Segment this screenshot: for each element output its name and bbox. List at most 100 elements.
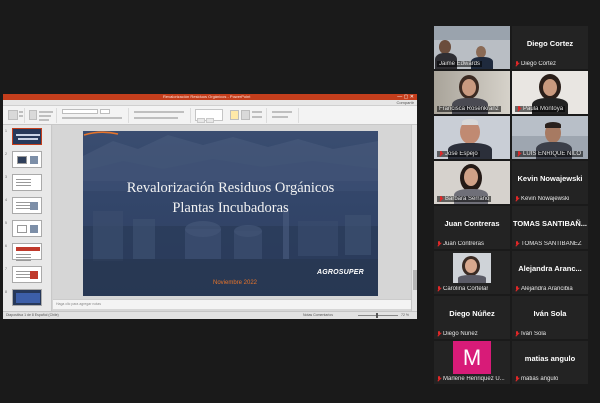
- muted-mic-icon: [439, 196, 443, 202]
- shapes-icon[interactable]: [230, 110, 239, 120]
- thumb-number: 4: [5, 198, 7, 202]
- thumb-number: 3: [5, 175, 7, 179]
- participant-display-name: Juan Contreras: [444, 219, 500, 228]
- participant-display-name: Diego Núñez: [449, 309, 495, 318]
- muted-mic-icon: [515, 241, 519, 247]
- participant-label: LUIS ENRIQUE NILO: [515, 151, 584, 157]
- ribbon-slides: [27, 108, 57, 123]
- paste-icon[interactable]: [8, 110, 18, 120]
- thumb-number: 6: [5, 244, 7, 248]
- participant-label: TOMAS SANTIBAÑEZ: [515, 241, 582, 247]
- participant-tile-alejandra[interactable]: Alejandra Aranc... Alejandra Arancibia: [512, 251, 588, 294]
- muted-mic-icon: [437, 286, 441, 292]
- participant-display-name: Iván Sola: [533, 309, 567, 318]
- muted-mic-icon: [437, 376, 441, 382]
- muted-mic-icon: [515, 196, 519, 202]
- status-notes-comments[interactable]: Notas Comentarios: [303, 313, 333, 317]
- notes-placeholder: Haga clic para agregar notas: [56, 302, 101, 306]
- zoom-slider-knob[interactable]: [376, 313, 378, 318]
- muted-mic-icon: [517, 151, 521, 157]
- participant-tile-jose[interactable]: José Espejo: [434, 116, 510, 159]
- participant-tile-barbara[interactable]: Barbara Serrano: [434, 161, 510, 204]
- participant-label: Kevin Nowajewski: [515, 196, 569, 202]
- slide-title-line-2: Plantas Incubadoras: [172, 200, 289, 216]
- muted-mic-icon: [439, 151, 443, 157]
- slide-thumbnail-4[interactable]: [12, 197, 42, 214]
- participant-label: Iván Sola: [515, 331, 546, 337]
- slide-title-line-1: Revalorización Residuos Orgánicos: [126, 180, 335, 196]
- font-size-select[interactable]: [100, 109, 110, 114]
- slide-date: Noviembre 2022: [212, 280, 258, 286]
- slide-thumbnail-7[interactable]: [12, 266, 42, 283]
- zoom-level[interactable]: 72 %: [401, 313, 409, 317]
- participant-label: Marlene Henriquez U...: [437, 376, 505, 382]
- thumb-number: 7: [5, 267, 7, 271]
- participant-tile-matias[interactable]: matias angulo matias angulo: [512, 341, 588, 384]
- ribbon-editing: [269, 108, 299, 123]
- participant-tile-juan[interactable]: Juan Contreras Juan Contreras: [434, 206, 510, 249]
- participant-tile-paula[interactable]: Paula Montoya: [512, 71, 588, 114]
- thumb-number: 5: [5, 221, 7, 225]
- participant-tile-luis[interactable]: LUIS ENRIQUE NILO: [512, 116, 588, 159]
- participant-tile-diego-cortez[interactable]: Diego Cortez Diego Cortez: [512, 26, 588, 69]
- shared-screen: Revalorización Residuos Orgánicos - Powe…: [3, 94, 417, 319]
- participant-label: matias angulo: [515, 376, 558, 382]
- participant-label: Barbara Serrano: [437, 196, 492, 202]
- participant-label: Jaime Edwards: [437, 61, 483, 67]
- participant-label: Paula Montoya: [515, 106, 566, 112]
- vertical-scrollbar[interactable]: [411, 125, 417, 311]
- participant-label: José Espejo: [437, 151, 480, 157]
- participant-label: Carolina Cortelar: [437, 286, 488, 292]
- participant-label: Alejandra Arancibia: [515, 286, 573, 292]
- thumb-number: 2: [5, 152, 7, 156]
- ribbon: [3, 106, 417, 141]
- ribbon-clipboard: [5, 108, 25, 123]
- new-slide-icon[interactable]: [29, 110, 37, 120]
- participant-tile-ivan[interactable]: Iván Sola Iván Sola: [512, 296, 588, 339]
- participant-label: Francisca Rosenkranz: [437, 106, 501, 112]
- participant-display-name: TOMAS SANTIBAÑ...: [512, 219, 588, 228]
- avatar: M: [453, 341, 491, 374]
- ribbon-paragraph: [131, 108, 191, 123]
- participant-tile-marlene[interactable]: M Marlene Henriquez U...: [434, 341, 510, 384]
- participant-display-name: Kevin Nowajewski: [517, 174, 583, 183]
- muted-mic-icon: [517, 106, 521, 112]
- slide-thumbnail-3[interactable]: [12, 174, 42, 191]
- muted-mic-icon: [515, 331, 519, 337]
- agrosuper-logo: AGROSUPER: [317, 269, 364, 276]
- participant-tile-kevin[interactable]: Kevin Nowajewski Kevin Nowajewski: [512, 161, 588, 204]
- ppt-status-bar: Diapositiva 1 de 8 Español (Chile) Notas…: [3, 311, 417, 319]
- participant-tile-tomas[interactable]: TOMAS SANTIBAÑ... TOMAS SANTIBAÑEZ: [512, 206, 588, 249]
- slide-thumbnail-6[interactable]: [12, 243, 42, 260]
- status-slide-info: Diapositiva 1 de 8 Español (Chile): [6, 313, 59, 317]
- participant-display-name: matias angulo: [524, 354, 576, 363]
- slide-thumbnail-2[interactable]: [12, 151, 42, 168]
- slide-thumbnail-8[interactable]: [12, 289, 42, 306]
- quick-styles-gallery[interactable]: [195, 109, 223, 141]
- ribbon-drawing: [227, 108, 267, 123]
- participant-label: Juan Contreras: [437, 241, 484, 247]
- notes-pane[interactable]: Haga clic para agregar notas: [53, 299, 411, 309]
- muted-mic-icon: [515, 286, 519, 292]
- participant-tile-francisca[interactable]: Francisca Rosenkranz: [434, 71, 510, 114]
- zoom-slider[interactable]: [358, 315, 398, 316]
- ribbon-font: [59, 108, 129, 123]
- participant-tile-jaime[interactable]: Jaime Edwards: [434, 26, 510, 69]
- participant-tile-diego-nunez[interactable]: Diego Núñez Diego Núñez: [434, 296, 510, 339]
- arrange-icon[interactable]: [241, 110, 250, 120]
- slide-thumbnail-5[interactable]: [12, 220, 42, 237]
- current-slide[interactable]: Revalorización Residuos Orgánicos Planta…: [83, 131, 378, 296]
- participant-label: Diego Cortez: [515, 61, 556, 67]
- slide-thumbnail-pane: 1 2 3 4 5 6 7 8: [3, 125, 52, 311]
- slide-thumbnail-1[interactable]: [12, 128, 42, 145]
- muted-mic-icon: [515, 376, 519, 382]
- participant-display-name: Alejandra Aranc...: [518, 264, 582, 273]
- muted-mic-icon: [515, 61, 519, 67]
- font-family-select[interactable]: [62, 109, 98, 114]
- slide-title: Revalorización Residuos Orgánicos Planta…: [83, 178, 378, 218]
- logo-swoosh-icon: [83, 131, 119, 136]
- participant-tile-carolina[interactable]: Carolina Cortelar: [434, 251, 510, 294]
- muted-mic-icon: [437, 331, 441, 337]
- participant-label: Diego Núñez: [437, 331, 478, 337]
- muted-mic-icon: [437, 241, 441, 247]
